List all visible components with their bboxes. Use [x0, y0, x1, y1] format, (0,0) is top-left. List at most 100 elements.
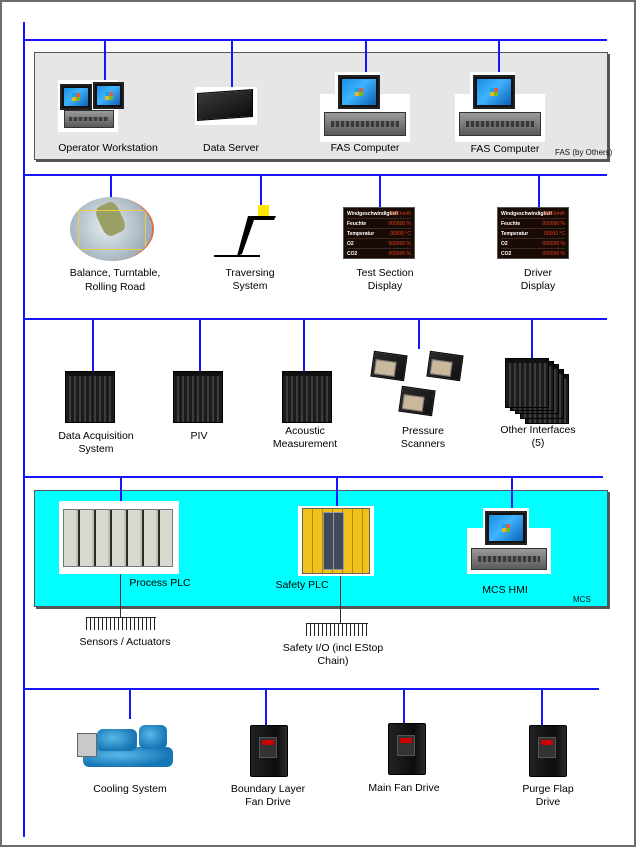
- plc-rack-icon: [63, 509, 173, 567]
- label-driver-display-line1: Driver: [524, 267, 552, 279]
- label-balance-line2: Rolling Road: [84, 281, 146, 293]
- label-fas-computer-2: FAS Computer: [470, 143, 540, 155]
- pressure-scanner-1[interactable]: [370, 350, 408, 382]
- piv-chassis[interactable]: [173, 371, 223, 423]
- rack-server-icon: [324, 112, 406, 136]
- compressor-icon: [97, 729, 137, 751]
- process-plc[interactable]: [59, 501, 179, 574]
- main-fan-drive[interactable]: [388, 723, 426, 775]
- fas-group-label: FAS (by Others): [555, 148, 613, 157]
- motor-icon: [139, 725, 167, 749]
- data-server[interactable]: [195, 87, 257, 125]
- balance-turntable-image[interactable]: [70, 197, 154, 261]
- drop-acoustic: [303, 319, 305, 371]
- drop-boundary-layer: [265, 689, 267, 725]
- label-main-fan: Main Fan Drive: [368, 782, 440, 794]
- mcs-hmi[interactable]: [467, 508, 551, 574]
- fas-bus: [23, 39, 607, 41]
- drop-traversing: [260, 175, 262, 205]
- rack-server-icon: [64, 110, 114, 128]
- backbone-bus: [23, 22, 25, 837]
- label-pressure-line2: Scanners: [400, 438, 446, 450]
- cooling-system[interactable]: [77, 725, 175, 773]
- label-sensors: Sensors / Actuators: [79, 636, 171, 648]
- label-balance-line1: Balance, Turntable,: [69, 267, 161, 279]
- drop-purge-flap: [541, 689, 543, 725]
- mcs-group-label: MCS: [573, 595, 591, 604]
- pressure-scanner-2[interactable]: [426, 350, 464, 382]
- label-test-section-line2: Display: [367, 280, 403, 292]
- label-safety-io-line1: Safety I/O (incl EStop: [282, 642, 384, 654]
- wire-safety-io: [340, 576, 341, 624]
- driver-display[interactable]: Windgeschwindigkeit 888 km/h Feuchte 00000…: [497, 207, 569, 259]
- label-daq-line2: System: [78, 443, 114, 455]
- drive-bus: [23, 688, 599, 690]
- label-cooling: Cooling System: [93, 783, 167, 795]
- monitor-icon: [60, 84, 92, 110]
- label-boundary-line2: Fan Drive: [245, 796, 291, 808]
- label-pressure-line1: Pressure: [401, 425, 445, 437]
- label-acoustic-line2: Measurement: [272, 438, 338, 450]
- drop-cooling: [129, 689, 131, 719]
- label-test-section-line1: Test Section: [356, 267, 414, 279]
- label-safety-plc: Safety PLC: [275, 579, 329, 591]
- control-panel-icon: [77, 733, 97, 757]
- label-other-line1: Other Interfaces: [500, 424, 576, 436]
- traversing-system[interactable]: [210, 204, 280, 262]
- drop-data-acquisition: [92, 319, 94, 371]
- drop-piv: [199, 319, 201, 371]
- wire-sensors: [120, 574, 121, 618]
- label-data-server: Data Server: [202, 142, 260, 154]
- monitor-icon: [485, 511, 527, 545]
- drop-fas-computer-1: [365, 40, 367, 72]
- sensors-io-terminal-icon: [86, 617, 156, 630]
- measurement-bus: [23, 318, 607, 320]
- label-mcs-hmi: MCS HMI: [482, 584, 528, 596]
- label-traversing-line2: System: [232, 280, 268, 292]
- rack-server-icon: [459, 112, 541, 136]
- drop-fas-computer-2: [498, 40, 500, 72]
- fas-computer-1[interactable]: [320, 72, 410, 142]
- other-interfaces[interactable]: [505, 358, 571, 428]
- label-purge-line1: Purge Flap: [522, 783, 574, 795]
- drop-mcs-hmi-inner: [511, 490, 513, 509]
- test-section-display[interactable]: Windgeschwindigkeit 888 km/h Feuchte 00000…: [343, 207, 415, 259]
- label-traversing-line1: Traversing: [225, 267, 275, 279]
- safety-plc-rack-icon: [302, 508, 370, 574]
- label-driver-display-line2: Display: [520, 280, 556, 292]
- server-chassis-icon: [197, 89, 253, 121]
- drop-driver-display: [538, 175, 540, 207]
- monitor-icon: [338, 75, 380, 109]
- rack-server-icon: [471, 548, 547, 570]
- drop-safety-plc-inner: [336, 490, 338, 507]
- acoustic-chassis[interactable]: [282, 371, 332, 423]
- drop-process-plc-inner: [120, 490, 122, 501]
- data-acquisition-chassis[interactable]: [65, 371, 115, 423]
- drop-main-fan: [403, 689, 405, 723]
- label-fas-computer-1: FAS Computer: [330, 142, 400, 154]
- traversing-arm-icon: [214, 205, 276, 257]
- drop-other-interfaces: [531, 319, 533, 359]
- mcs-bus: [23, 476, 603, 478]
- label-purge-line2: Drive: [535, 796, 561, 808]
- label-daq-line1: Data Acquisition: [58, 430, 134, 442]
- drop-data-server: [231, 40, 233, 87]
- label-process-plc: Process PLC: [129, 577, 191, 589]
- drop-balance: [110, 175, 112, 199]
- label-safety-io-line2: Chain): [317, 655, 349, 667]
- pressure-scanner-3[interactable]: [398, 385, 436, 417]
- drop-pressure-scanners: [418, 319, 420, 349]
- drop-operator-workstation: [104, 40, 106, 82]
- purge-flap-drive[interactable]: [529, 725, 567, 777]
- label-operator-workstation: Operator Workstation: [58, 142, 158, 154]
- drop-test-section-display: [379, 175, 381, 207]
- safety-plc[interactable]: [298, 506, 374, 576]
- monitor-icon: [93, 82, 124, 109]
- monitor-icon: [473, 75, 515, 109]
- safety-io-terminal-icon: [306, 623, 368, 636]
- boundary-layer-fan-drive[interactable]: [250, 725, 288, 777]
- operator-workstation[interactable]: [58, 80, 124, 132]
- label-other-line2: (5): [531, 437, 545, 449]
- label-piv: PIV: [190, 430, 208, 442]
- fas-computer-2[interactable]: [455, 72, 545, 142]
